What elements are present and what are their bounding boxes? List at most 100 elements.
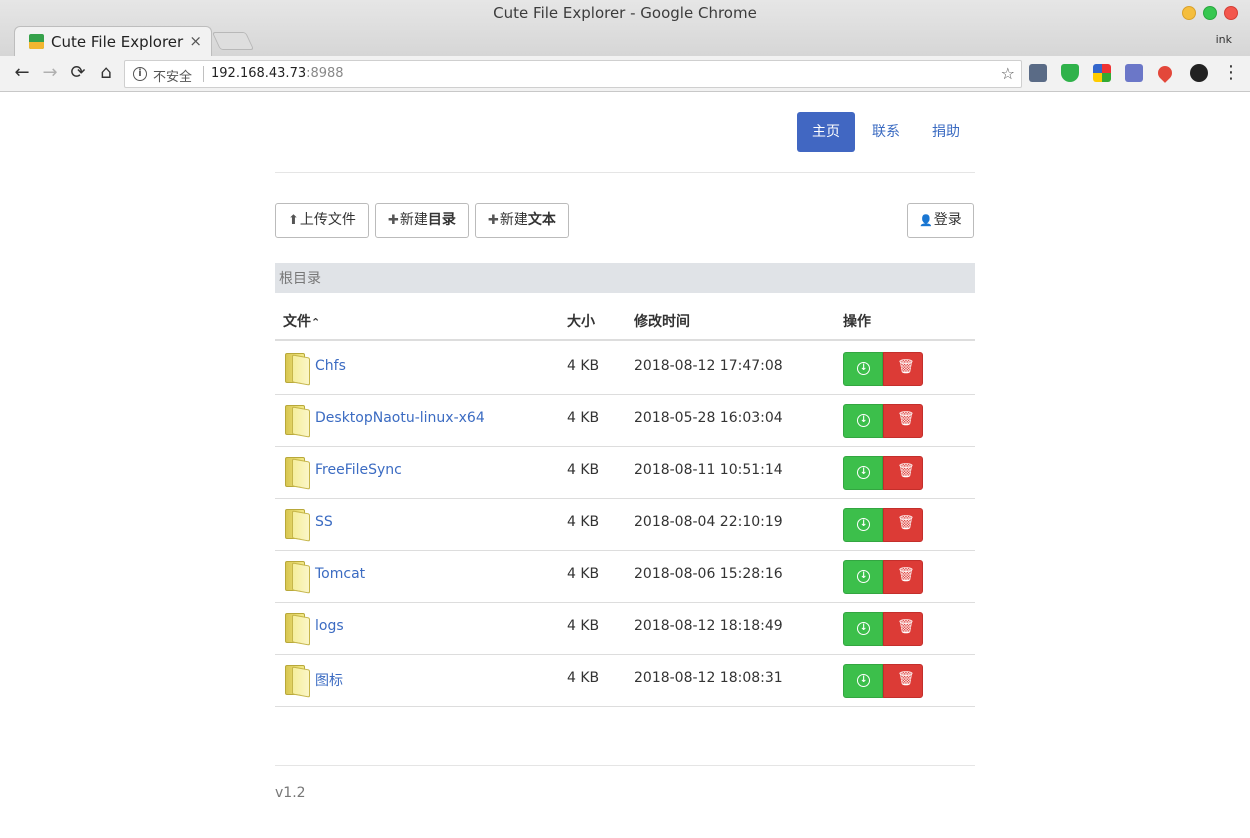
- new-prefix-label: 新建: [399, 212, 428, 228]
- delete-button[interactable]: 🗑: [883, 560, 923, 594]
- browser-tab[interactable]: Cute File Explorer ×: [14, 26, 212, 56]
- minimize-button[interactable]: [1182, 6, 1196, 20]
- folder-icon: [285, 353, 311, 386]
- header-modified[interactable]: 修改时间: [634, 311, 690, 331]
- table-row: DesktopNaotu-linux-x64 4 KB 2018-05-28 16:…: [275, 395, 975, 447]
- url-text[interactable]: 192.168.43.73:8988: [211, 66, 344, 81]
- download-button[interactable]: ↓: [843, 404, 883, 438]
- bookmark-star-icon[interactable]: ☆: [1001, 64, 1015, 83]
- new-tab-button[interactable]: [211, 32, 255, 50]
- maximize-button[interactable]: [1203, 6, 1217, 20]
- new-directory-button[interactable]: ✚新建目录: [375, 203, 469, 238]
- table-row: logs 4 KB 2018-08-12 18:18:49 ↓ 🗑: [275, 603, 975, 655]
- header-file[interactable]: 文件⌃: [283, 311, 320, 331]
- address-bar[interactable]: i 不安全 192.168.43.73:8988 ☆: [124, 60, 1022, 88]
- folder-icon: [285, 457, 311, 490]
- folder-icon: [285, 665, 311, 698]
- forward-icon[interactable]: →: [39, 62, 61, 84]
- window-titlebar: Cute File Explorer - Google Chrome ink C…: [0, 0, 1250, 56]
- new-text-button[interactable]: ✚新建文本: [475, 203, 569, 238]
- download-button[interactable]: ↓: [843, 352, 883, 386]
- folder-icon: [285, 561, 311, 594]
- upload-button[interactable]: ⬆上传文件: [275, 203, 369, 238]
- delete-button[interactable]: 🗑: [883, 404, 923, 438]
- profile-name[interactable]: ink: [1216, 33, 1232, 46]
- sort-up-icon: ⌃: [311, 316, 321, 329]
- new-text-label: 文本: [527, 212, 556, 228]
- reload-icon[interactable]: ⟳: [67, 62, 89, 84]
- omnibox-divider: [203, 66, 204, 82]
- folder-icon: [285, 405, 311, 438]
- file-modified: 2018-08-12 17:47:08: [634, 358, 783, 374]
- shield-extension-icon[interactable]: [1061, 64, 1079, 82]
- download-button[interactable]: ↓: [843, 664, 883, 698]
- header-divider: [275, 172, 975, 173]
- file-size: 4 KB: [567, 358, 600, 374]
- version-label: v1.2: [275, 785, 306, 801]
- table-row: SS 4 KB 2018-08-04 22:10:19 ↓ 🗑: [275, 499, 975, 551]
- file-name-link[interactable]: logs: [315, 618, 344, 634]
- delete-button[interactable]: 🗑: [883, 456, 923, 490]
- table-row: Chfs 4 KB 2018-08-12 17:47:08 ↓ 🗑: [275, 343, 975, 395]
- file-name-link[interactable]: FreeFileSync: [315, 462, 402, 478]
- trash-icon: 🗑: [897, 619, 915, 635]
- delete-button[interactable]: 🗑: [883, 612, 923, 646]
- new-dir-label: 目录: [427, 212, 456, 228]
- header-size[interactable]: 大小: [567, 311, 595, 331]
- table-row: Tomcat 4 KB 2018-08-06 15:28:16 ↓ 🗑: [275, 551, 975, 603]
- login-button[interactable]: 👤登录: [907, 203, 974, 238]
- file-size: 4 KB: [567, 410, 600, 426]
- download-button[interactable]: ↓: [843, 612, 883, 646]
- folder-icon: [285, 613, 311, 646]
- file-size: 4 KB: [567, 566, 600, 582]
- nav-contact[interactable]: 联系: [857, 112, 915, 152]
- upload-icon: ⬆: [288, 213, 299, 228]
- close-window-button[interactable]: [1224, 6, 1238, 20]
- back-icon[interactable]: ←: [11, 62, 33, 84]
- file-name-link[interactable]: Tomcat: [315, 566, 365, 582]
- download-icon: ↓: [857, 362, 870, 375]
- breadcrumb-root[interactable]: 根目录: [279, 268, 321, 288]
- download-icon: ↓: [857, 414, 870, 427]
- map-pin-extension-icon[interactable]: [1155, 63, 1175, 83]
- delete-button[interactable]: 🗑: [883, 352, 923, 386]
- user-icon: 👤: [919, 214, 933, 227]
- grid-extension-icon[interactable]: [1093, 64, 1111, 82]
- info-icon[interactable]: i: [133, 67, 147, 81]
- home-icon[interactable]: ⌂: [95, 62, 117, 84]
- nav-donate[interactable]: 捐助: [917, 112, 975, 152]
- file-name-link[interactable]: SS: [315, 514, 333, 530]
- chrome-menu-icon[interactable]: ⋮: [1222, 62, 1240, 84]
- download-icon: ↓: [857, 518, 870, 531]
- browser-toolbar: ← → ⟳ ⌂ i 不安全 192.168.43.73:8988 ☆ ⋮: [0, 56, 1250, 92]
- file-modified: 2018-08-11 10:51:14: [634, 462, 783, 478]
- trash-icon: 🗑: [897, 359, 915, 375]
- octocat-extension-icon[interactable]: [1190, 64, 1208, 82]
- table-header: 文件⌃ 大小 修改时间 操作: [275, 299, 975, 341]
- nav-home[interactable]: 主页: [797, 112, 855, 152]
- trash-icon: 🗑: [897, 411, 915, 427]
- header-file-label: 文件: [283, 314, 311, 330]
- folder-icon: [285, 509, 311, 542]
- security-label[interactable]: 不安全: [153, 66, 192, 85]
- download-button[interactable]: ↓: [843, 560, 883, 594]
- delete-button[interactable]: 🗑: [883, 508, 923, 542]
- table-row: 图标 4 KB 2018-08-12 18:08:31 ↓ 🗑: [275, 655, 975, 707]
- file-name-link[interactable]: Chfs: [315, 358, 346, 374]
- download-icon: ↓: [857, 466, 870, 479]
- footer-divider: [275, 765, 975, 766]
- file-name-link[interactable]: 图标: [315, 670, 343, 690]
- file-modified: 2018-08-04 22:10:19: [634, 514, 783, 530]
- delete-button[interactable]: 🗑: [883, 664, 923, 698]
- file-name-link[interactable]: DesktopNaotu-linux-x64: [315, 410, 485, 426]
- tab-close-icon[interactable]: ×: [189, 32, 202, 50]
- download-button[interactable]: ↓: [843, 508, 883, 542]
- download-button[interactable]: ↓: [843, 456, 883, 490]
- mail-extension-icon[interactable]: [1029, 64, 1047, 82]
- trash-icon: 🗑: [897, 671, 915, 687]
- download-icon: ↓: [857, 622, 870, 635]
- download-icon: ↓: [857, 674, 870, 687]
- url-port: :8988: [306, 66, 344, 81]
- plus-icon: ✚: [488, 213, 499, 228]
- translate-extension-icon[interactable]: [1125, 64, 1143, 82]
